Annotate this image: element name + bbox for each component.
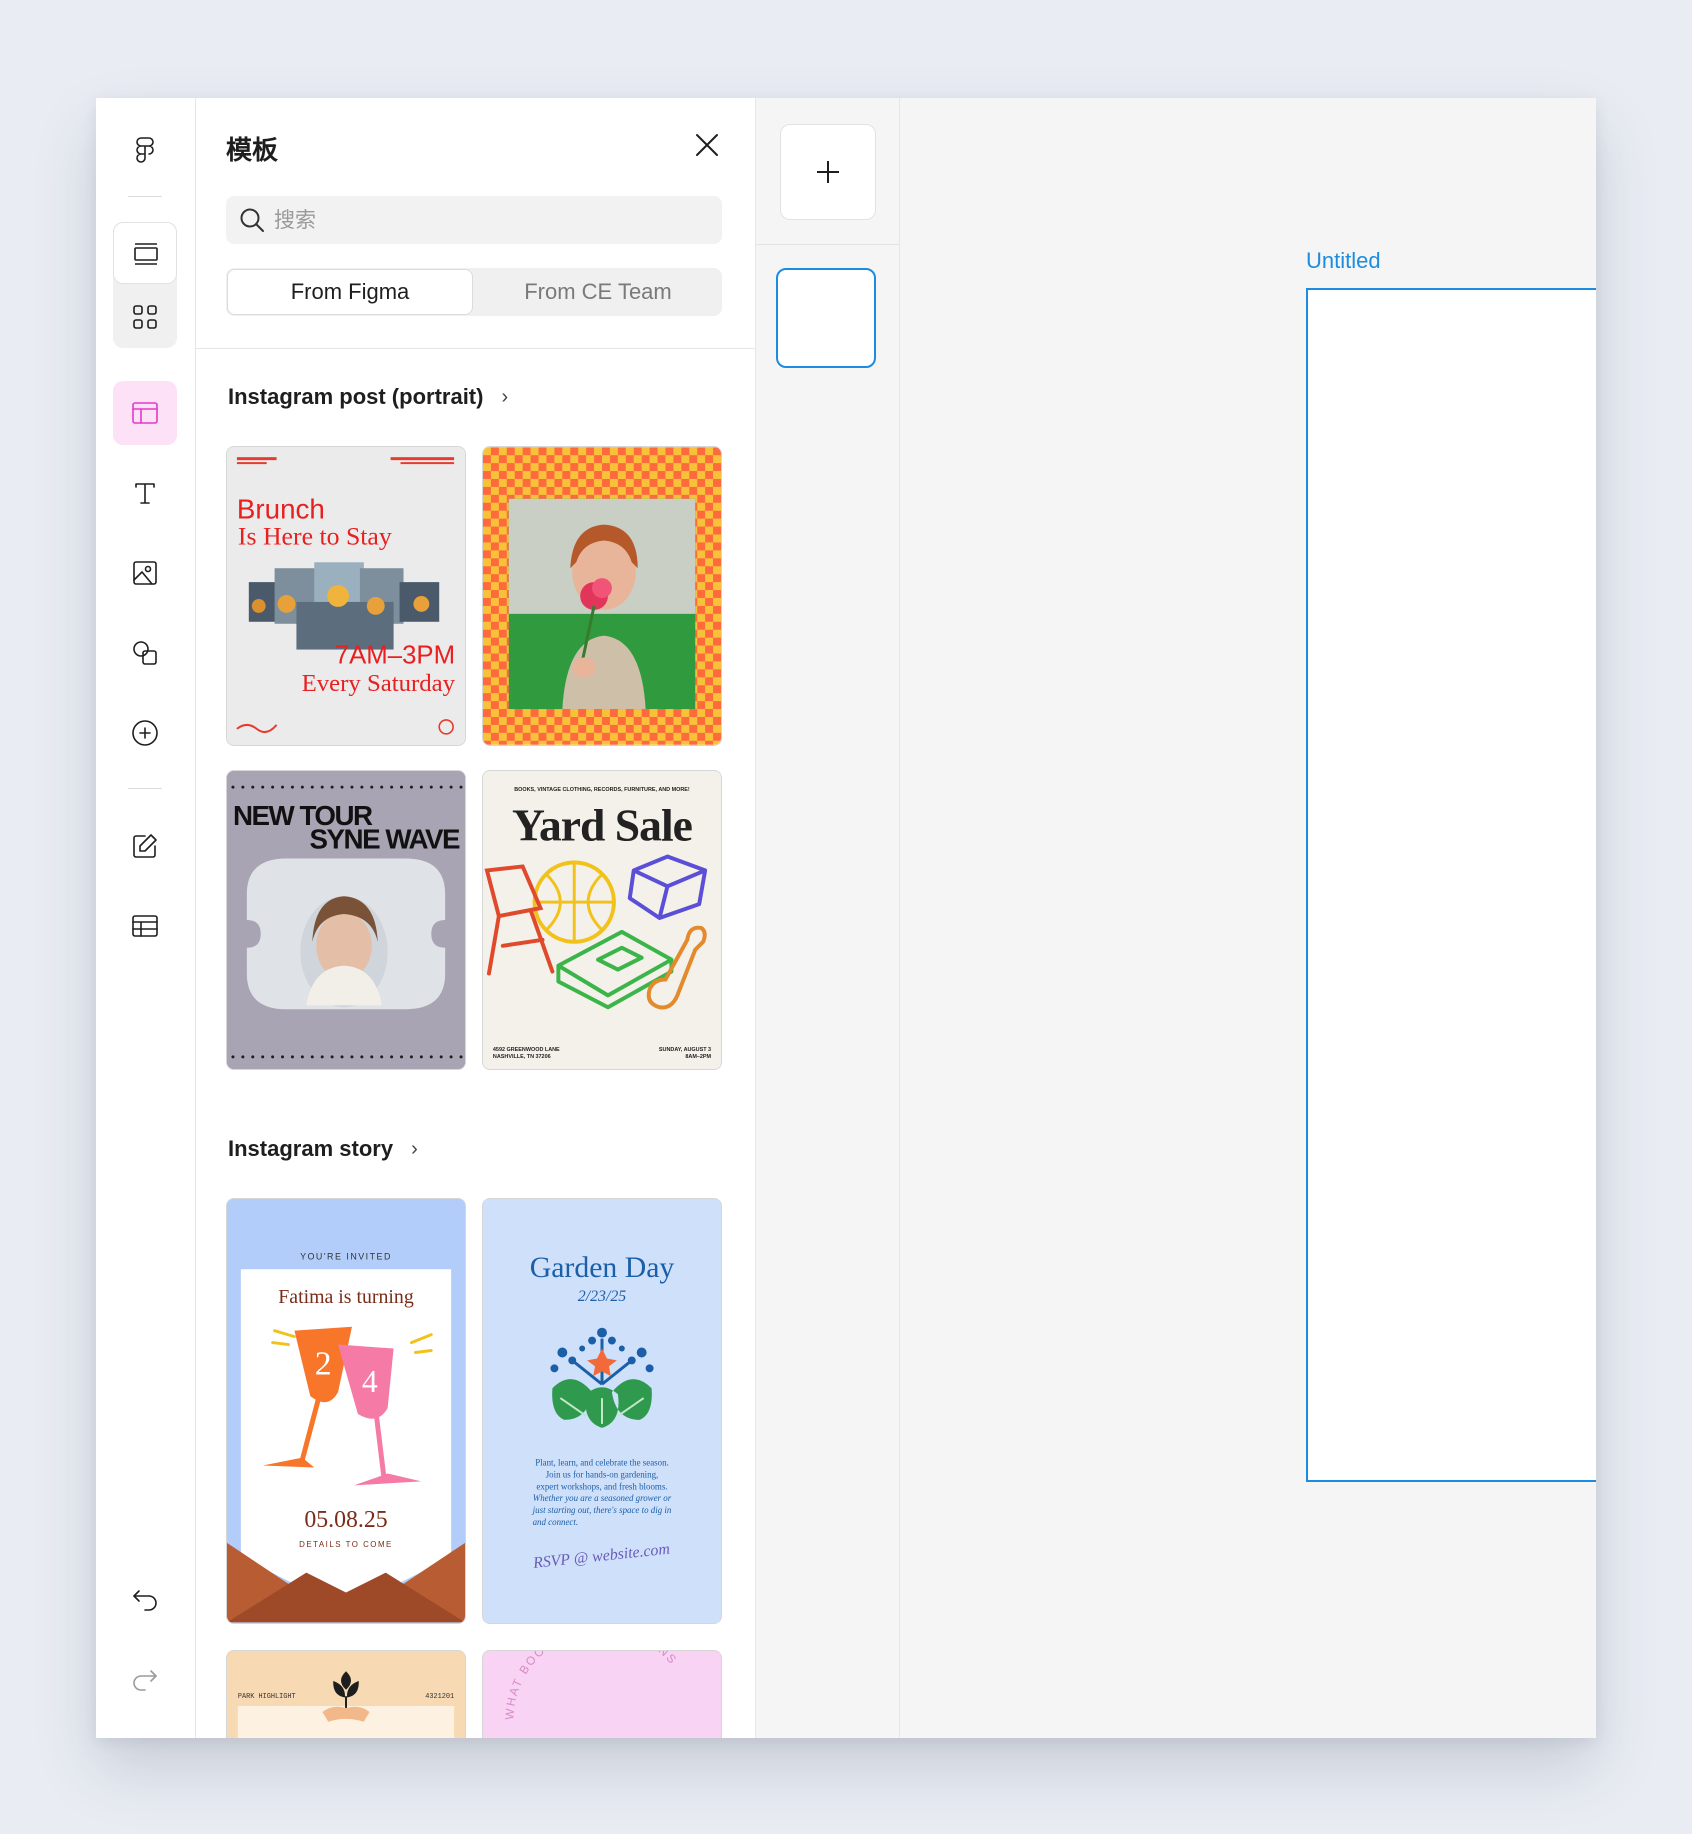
garden-body-2: Join us for hands-on gardening, [546,1469,659,1479]
section-title: Instagram post (portrait) [228,384,484,409]
tab-from-figma[interactable]: From Figma [227,269,473,315]
figma-window: 模板 From Figma From CE Team Instagram pos… [96,98,1596,1738]
brunch-day: Every Saturday [302,670,456,697]
brunch-title: Brunch [237,494,325,525]
edit-icon [133,834,157,858]
template-card-tour[interactable]: NEW TOUR SYNE WAVE [226,770,466,1070]
pages-strip [756,98,900,1738]
chevron-right-icon: › [411,1137,418,1160]
garden-date: 2/23/25 [578,1288,627,1305]
plus-icon [817,161,839,183]
section-header-instagram-post[interactable]: Instagram post (portrait) › [228,384,508,410]
template-card-yard-sale[interactable]: BOOKS, VINTAGE CLOTHING, RECORDS, FURNIT… [482,770,722,1070]
close-icon [696,134,718,156]
figma-logo-icon[interactable] [113,118,177,182]
section-header-instagram-story[interactable]: Instagram story › [228,1136,418,1162]
image-icon [133,561,157,585]
add-page-button[interactable] [780,124,876,220]
yard-sale-time: 8AM–2PM [685,1054,711,1060]
table-icon [132,915,158,937]
text-icon [135,483,155,504]
chevron-right-icon: › [501,385,509,408]
pages-divider [756,244,900,245]
undo-icon [133,1590,157,1611]
invite-eyebrow: YOU'RE INVITED [300,1251,392,1261]
yard-sale-title: Yard Sale [512,800,693,851]
search-icon [240,208,264,232]
garden-body-3: expert workshops, and fresh blooms. [536,1481,667,1491]
invite-age-2: 4 [362,1364,378,1399]
table-tool-button[interactable] [113,894,177,958]
templates-tool-button[interactable] [113,381,177,445]
invite-heading: Fatima is turning [278,1286,414,1308]
plus-circle-icon [132,720,158,746]
shapes-icon [133,641,157,665]
search-bar [226,196,722,244]
close-panel-button[interactable] [690,128,724,162]
brunch-hours: 7AM–3PM [335,641,455,669]
brunch-subtitle: Is Here to Stay [238,521,392,550]
search-input[interactable] [274,208,694,232]
garden-body-5: just starting out, there's space to dig … [532,1505,672,1515]
rail-divider [128,196,162,197]
invite-date: 05.08.25 [304,1507,387,1533]
park-label: PARK HIGHLIGHT [238,1693,296,1701]
shape-tool-button[interactable] [113,621,177,685]
template-card-brunch[interactable]: Brunch Is Here to Stay 7AM–3PM Every Sat… [226,446,466,746]
layout-icon [132,402,158,424]
tool-rail [96,98,196,1738]
tour-line-2: SYNE WAVE [309,824,460,855]
yard-sale-tagline: BOOKS, VINTAGE CLOTHING, RECORDS, FURNIT… [514,787,690,793]
tab-from-ce-team[interactable]: From CE Team [474,268,722,316]
canvas[interactable]: Untitled [900,98,1596,1738]
image-tool-button[interactable] [113,541,177,605]
list-view-button[interactable] [113,222,177,284]
park-number: 4321201 [425,1693,454,1701]
invite-age-1: 2 [315,1345,332,1382]
yard-sale-address: 4592 GREENWOOD LANE [493,1047,560,1053]
panel-divider [196,348,755,349]
redo-icon [133,1670,157,1691]
template-card-checker-portrait[interactable] [482,446,722,746]
grid-view-button[interactable] [130,302,160,332]
view-toggle-group [113,222,177,348]
frame-label[interactable]: Untitled [1306,248,1381,274]
invite-footer: DETAILS TO COME [299,1540,393,1549]
rail-divider [128,788,162,789]
yard-sale-city: NASHVILLE, TN 37206 [493,1054,551,1060]
panel-title: 模板 [226,135,279,165]
garden-title: Garden Day [530,1251,675,1284]
template-card-park-highlight[interactable]: PARK HIGHLIGHT 4321201 [226,1650,466,1738]
text-tool-button[interactable] [113,461,177,525]
redo-button[interactable] [113,1646,177,1710]
undo-button[interactable] [113,1566,177,1630]
section-title: Instagram story [228,1136,394,1161]
garden-body-6: and connect. [533,1517,579,1527]
edit-button[interactable] [113,814,177,878]
page-thumbnail[interactable] [776,268,876,368]
template-card-invite[interactable]: YOU'RE INVITED Fatima is turning 2 4 05.… [226,1198,466,1624]
yard-sale-date: SUNDAY, AUGUST 3 [659,1047,711,1053]
template-card-books-movies[interactable]: WHAT BOOKS OR MOVIES INS [482,1650,722,1738]
template-card-garden-day[interactable]: Garden Day 2/23/25 Plant, learn, and cel… [482,1198,722,1624]
templates-panel: 模板 From Figma From CE Team Instagram pos… [196,98,756,1738]
garden-body-1: Plant, learn, and celebrate the season. [535,1458,669,1468]
garden-body-4: Whether you are a seasoned grower or [533,1493,672,1503]
selected-frame[interactable] [1306,288,1596,1482]
add-more-button[interactable] [113,701,177,765]
source-tabs: From Figma From CE Team [226,268,722,316]
